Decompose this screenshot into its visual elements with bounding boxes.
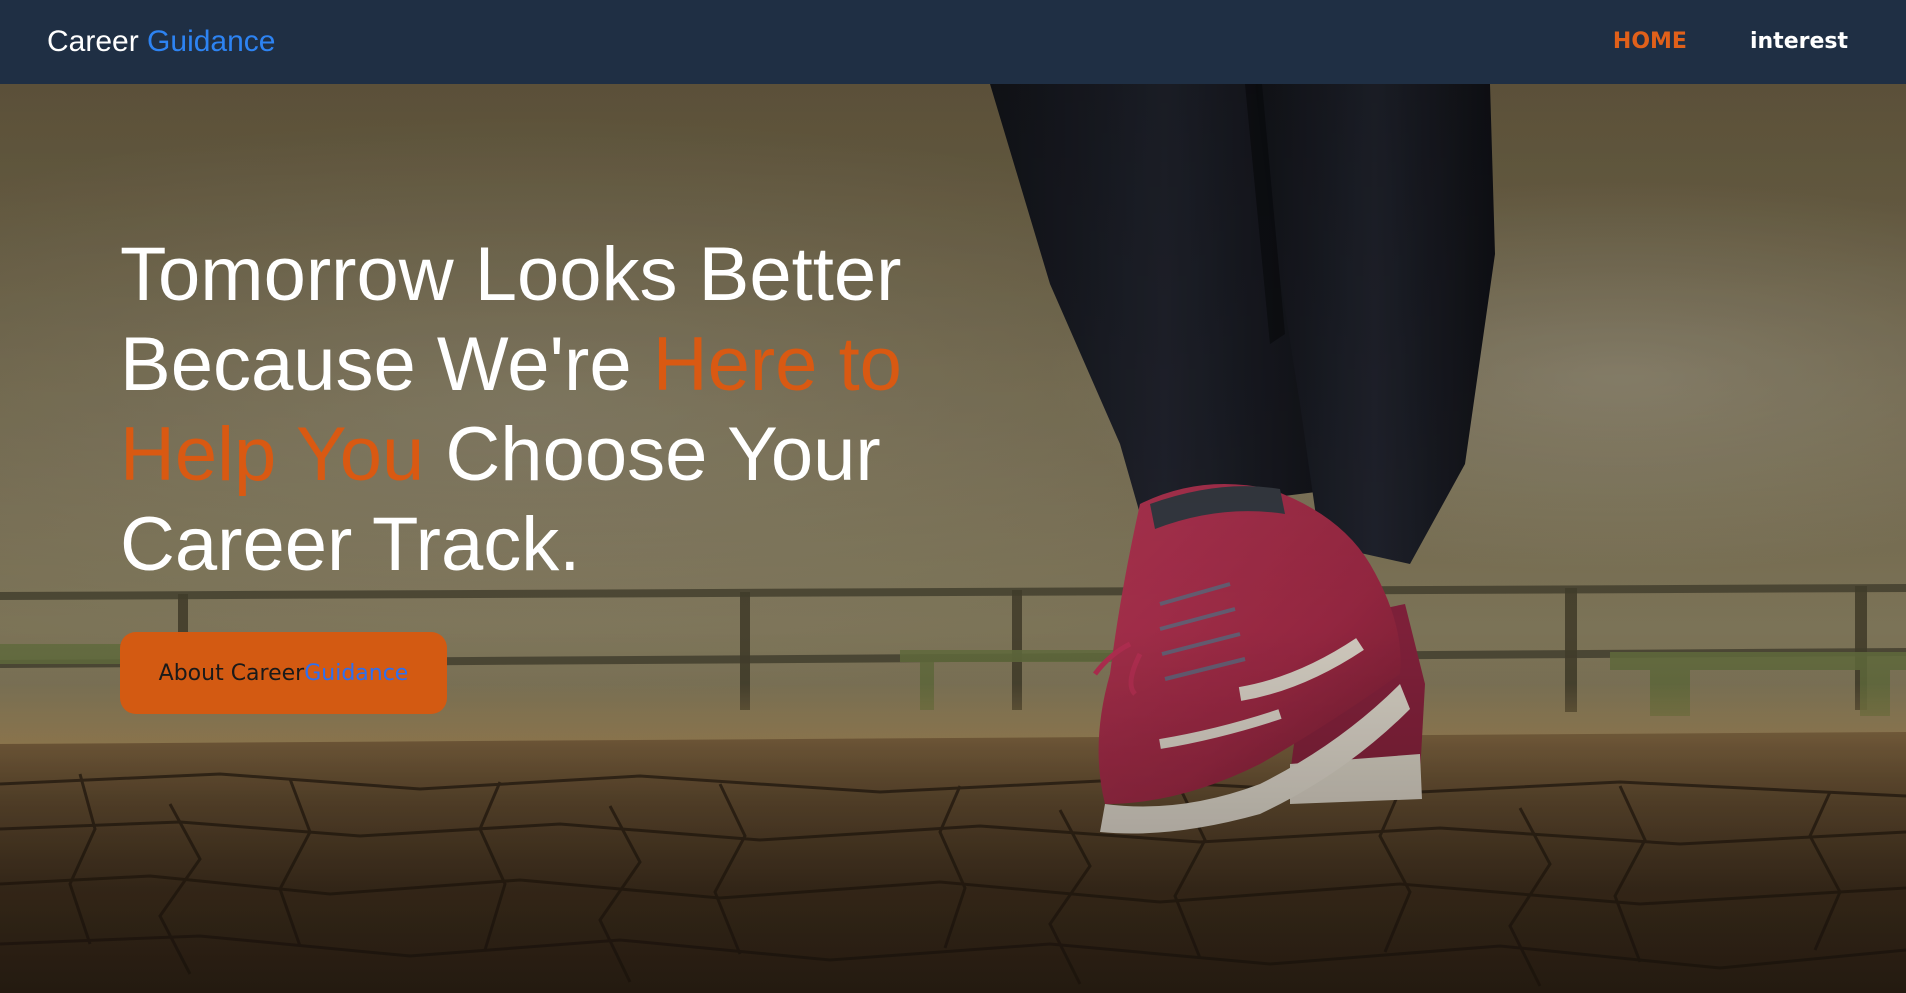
nav-link-home[interactable]: HOME xyxy=(1613,26,1687,58)
top-navbar: Career Guidance HOME interest xyxy=(0,0,1906,84)
hero-section: Tomorrow Looks Better Because We're Here… xyxy=(0,84,1906,993)
cta-label-start: About Career xyxy=(158,660,305,686)
page: Career Guidance HOME interest Tomorrow L… xyxy=(0,0,1906,993)
about-career-guidance-button[interactable]: About Career Guidance xyxy=(120,632,447,714)
hero-headline: Tomorrow Looks Better Because We're Here… xyxy=(120,230,980,590)
nav-link-interest[interactable]: interest xyxy=(1750,26,1848,58)
brand-word-career: Career xyxy=(47,25,148,58)
brand-logo-link[interactable]: Career Guidance xyxy=(47,24,275,60)
hero-content: Tomorrow Looks Better Because We're Here… xyxy=(120,230,980,714)
cta-label-accent: Guidance xyxy=(304,660,409,686)
brand-word-guidance: Guidance xyxy=(147,25,276,58)
nav-links: HOME interest xyxy=(1613,26,1848,58)
